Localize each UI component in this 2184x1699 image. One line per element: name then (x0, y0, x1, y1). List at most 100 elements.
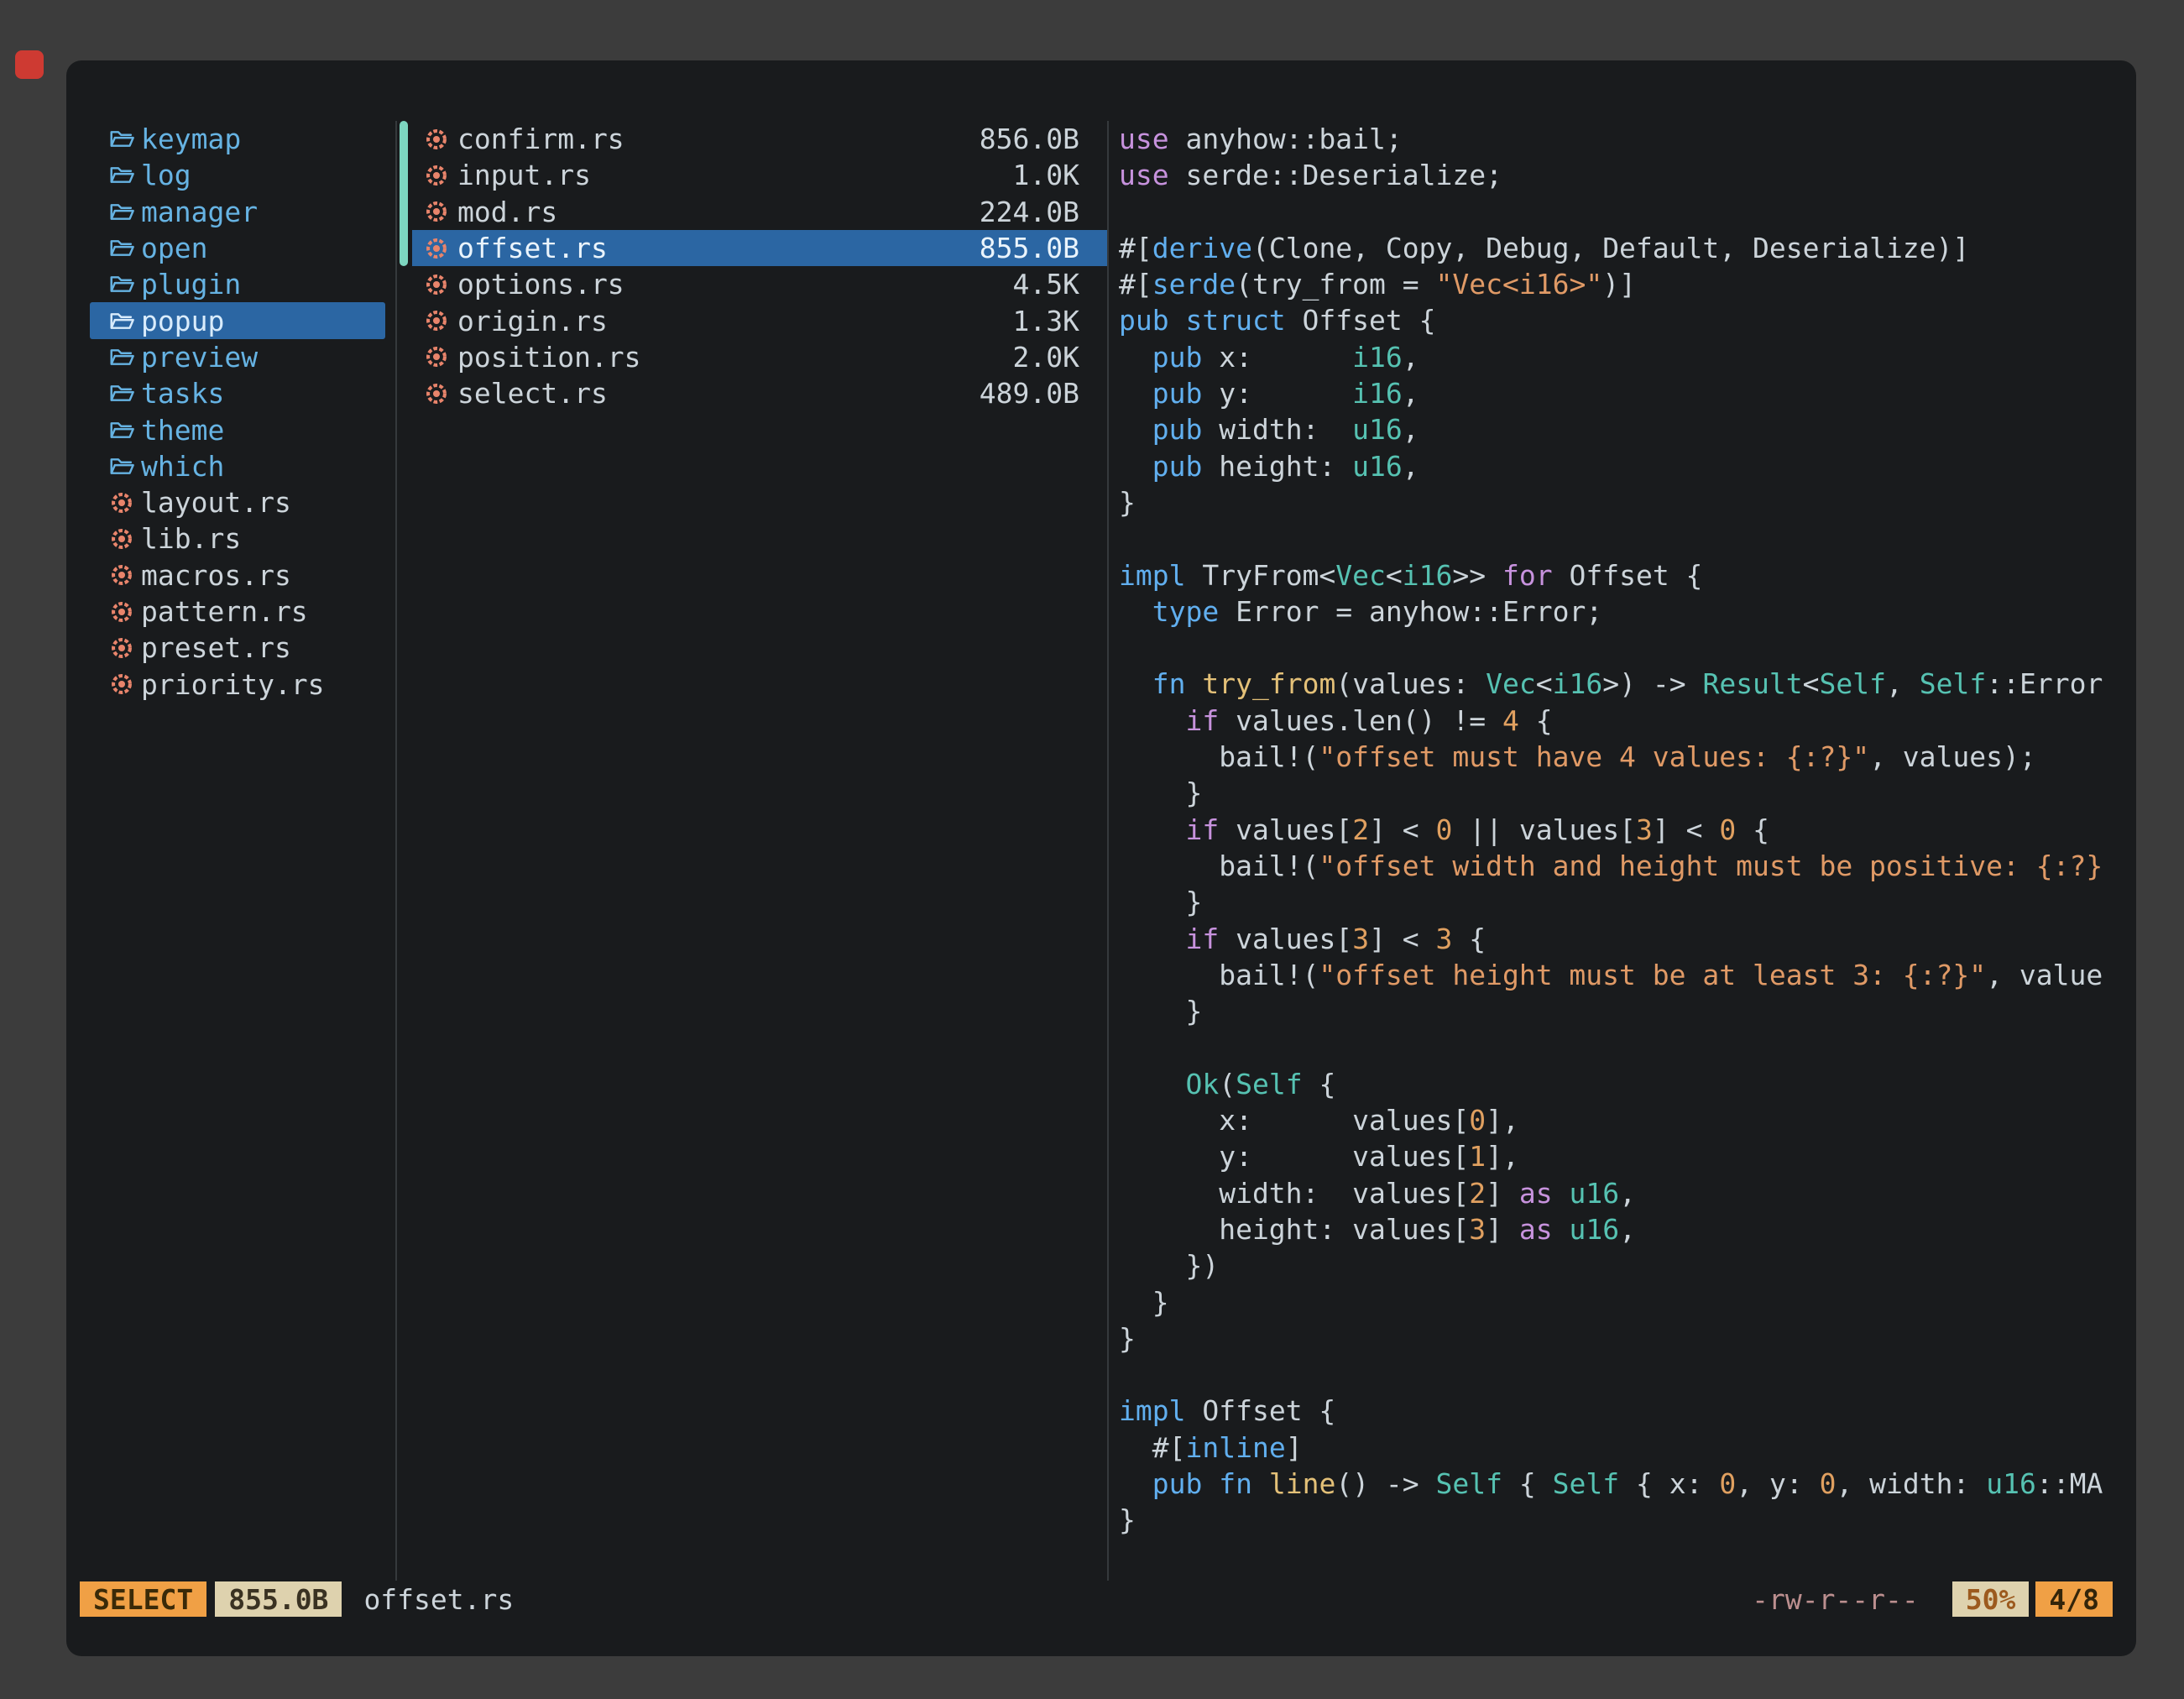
current-pane-rows: confirm.rs856.0Binput.rs1.0Kmod.rs224.0B… (397, 121, 1107, 411)
code-line: pub fn line() -> Self { Self { x: 0, y: … (1119, 1466, 2136, 1502)
file-size: 489.0B (980, 377, 1079, 410)
mode-badge: SELECT (80, 1581, 206, 1617)
file-name: origin.rs (457, 305, 1013, 337)
item-name: preview (141, 341, 258, 374)
file-row[interactable]: options.rs4.5K (412, 266, 1107, 302)
code-line (1119, 520, 2136, 557)
code-line: type Error = anyhow::Error; (1119, 593, 2136, 630)
parent-file-item[interactable]: pattern.rs (90, 593, 385, 630)
code-line (1119, 1029, 2136, 1065)
file-size: 855.0B (980, 232, 1079, 264)
folder-icon (109, 311, 134, 332)
code-line: bail!("offset height must be at least 3:… (1119, 957, 2136, 993)
file-size: 856.0B (980, 123, 1079, 155)
item-name: which (141, 450, 224, 483)
file-name: confirm.rs (457, 123, 980, 155)
code-line (1119, 194, 2136, 230)
rust-file-icon (424, 128, 449, 151)
item-name: popup (141, 305, 224, 337)
file-manager-window: keymap logmanageropen plugin popup previewta… (66, 60, 2136, 1656)
code-line: } (1119, 1320, 2136, 1357)
parent-file-item[interactable]: lib.rs (90, 520, 385, 557)
code-line: impl TryFrom<Vec<i16>> for Offset { (1119, 557, 2136, 593)
code-line: if values[2] < 0 || values[3] < 0 { (1119, 812, 2136, 848)
code-line: bail!("offset must have 4 values: {:?}",… (1119, 739, 2136, 775)
folder-icon (109, 201, 134, 222)
parent-dir-item[interactable]: plugin (90, 266, 385, 302)
file-name: offset.rs (457, 232, 980, 264)
item-name: open (141, 232, 207, 264)
parent-file-item[interactable]: priority.rs (90, 666, 385, 702)
code-line: } (1119, 1284, 2136, 1320)
item-name: plugin (141, 268, 241, 301)
parent-pane: keymap logmanageropen plugin popup previewta… (66, 121, 395, 1581)
parent-file-item[interactable]: macros.rs (90, 557, 385, 593)
code-line: width: values[2] as u16, (1119, 1175, 2136, 1211)
file-size: 1.0K (1013, 159, 1079, 191)
parent-dir-item[interactable]: which (90, 448, 385, 484)
code-line: } (1119, 993, 2136, 1029)
file-name: position.rs (457, 341, 1013, 374)
parent-dir-item[interactable]: tasks (90, 375, 385, 411)
parent-file-item[interactable]: layout.rs (90, 484, 385, 520)
parent-dir-item[interactable]: theme (90, 411, 385, 447)
folder-icon (109, 274, 134, 295)
item-name: keymap (141, 123, 241, 155)
code-line: }) (1119, 1247, 2136, 1283)
code-line: use serde::Deserialize; (1119, 157, 2136, 193)
folder-icon (109, 238, 134, 259)
code-line: } (1119, 775, 2136, 811)
code-line: impl Offset { (1119, 1393, 2136, 1429)
code-line: pub height: u16, (1119, 448, 2136, 484)
parent-dir-item[interactable]: manager (90, 194, 385, 230)
code-line: } (1119, 484, 2136, 520)
parent-file-item[interactable]: preset.rs (90, 630, 385, 666)
file-row[interactable]: mod.rs224.0B (412, 194, 1107, 230)
code-line: fn try_from(values: Vec<i16>) -> Result<… (1119, 666, 2136, 702)
cursor-position-badge: 4/8 (2035, 1581, 2113, 1617)
parent-dir-item[interactable]: log (90, 157, 385, 193)
item-name: pattern.rs (141, 595, 308, 628)
file-row[interactable]: offset.rs855.0B (412, 230, 1107, 266)
rust-file-icon (424, 237, 449, 260)
parent-dir-item[interactable]: open (90, 230, 385, 266)
item-name: tasks (141, 377, 224, 410)
code-line: if values[3] < 3 { (1119, 921, 2136, 957)
code-line: Ok(Self { (1119, 1066, 2136, 1102)
folder-icon (109, 420, 134, 441)
file-size: 4.5K (1013, 268, 1079, 301)
file-row[interactable]: select.rs489.0B (412, 375, 1107, 411)
rust-file-icon (424, 200, 449, 223)
item-name: priority.rs (141, 668, 325, 701)
code-line (1119, 1357, 2136, 1393)
parent-dir-item[interactable]: preview (90, 339, 385, 375)
file-name: select.rs (457, 377, 980, 410)
rust-file-icon (109, 563, 134, 587)
file-row[interactable]: confirm.rs856.0B (412, 121, 1107, 157)
status-bar: SELECT 855.0B offset.rs -rw-r--r-- 50% 4… (80, 1581, 2113, 1618)
code-line (1119, 630, 2136, 666)
code-line: #[serde(try_from = "Vec<i16>")] (1119, 266, 2136, 302)
file-size: 2.0K (1013, 341, 1079, 374)
item-name: lib.rs (141, 522, 241, 555)
rust-file-icon (109, 527, 134, 551)
code-line: } (1119, 1502, 2136, 1538)
file-name: mod.rs (457, 196, 980, 228)
parent-dir-item[interactable]: popup (90, 302, 385, 338)
code-line: } (1119, 884, 2136, 920)
code-line: pub width: u16, (1119, 411, 2136, 447)
file-row[interactable]: position.rs2.0K (412, 339, 1107, 375)
rust-file-icon (424, 309, 449, 332)
file-row[interactable]: origin.rs1.3K (412, 302, 1107, 338)
file-name: options.rs (457, 268, 1013, 301)
parent-dir-item[interactable]: keymap (90, 121, 385, 157)
code-line: x: values[0], (1119, 1102, 2136, 1138)
item-name: layout.rs (141, 486, 291, 519)
rust-file-icon (109, 672, 134, 696)
file-permissions: -rw-r--r-- (1752, 1583, 1919, 1616)
file-row[interactable]: input.rs1.0K (412, 157, 1107, 193)
file-name: input.rs (457, 159, 1013, 191)
rust-file-icon (424, 382, 449, 405)
item-name: log (141, 159, 191, 191)
folder-icon (109, 383, 134, 404)
